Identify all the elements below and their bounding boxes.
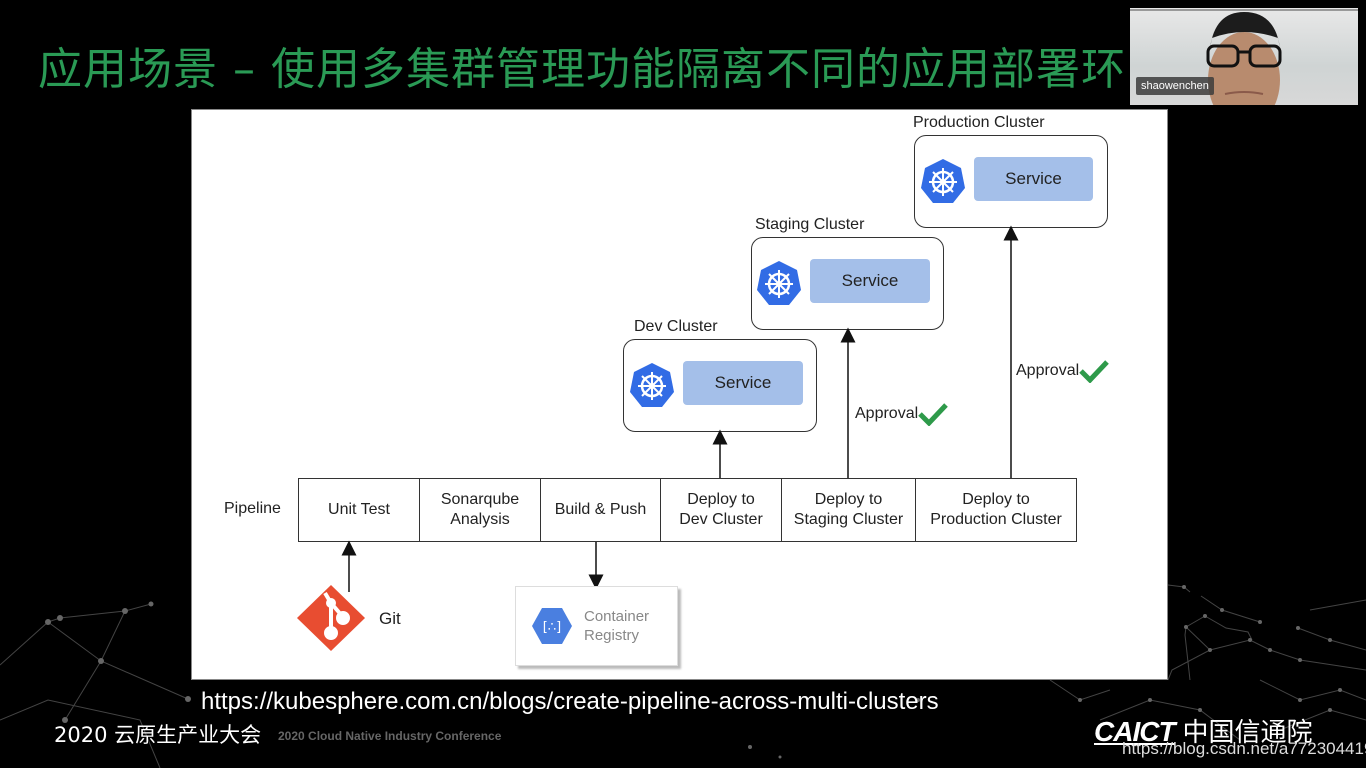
- stage-build-push: Build & Push: [541, 479, 661, 541]
- approval-production: Approval: [1016, 359, 1109, 383]
- stage-unit-test: Unit Test: [299, 479, 420, 541]
- checkmark-icon: [918, 403, 948, 426]
- stage-deploy-production: Deploy to Production Cluster: [930, 491, 1062, 528]
- stage-deploy-dev: Deploy to Dev Cluster: [661, 479, 782, 541]
- pipeline-label: Pipeline: [224, 500, 281, 517]
- reference-url[interactable]: https://kubesphere.com.cn/blogs/create-p…: [201, 688, 939, 716]
- approval-staging: Approval: [855, 402, 948, 426]
- registry-label-line1: Container: [584, 608, 650, 625]
- stage-sonarqube-analysis: Sonarqube Analysis: [420, 479, 541, 541]
- pipeline-stages: Unit Test Sonarqube Analysis Build & Push…: [298, 478, 1077, 542]
- svg-text:[∴]: [∴]: [543, 620, 561, 635]
- staging-service-box: Service: [810, 259, 930, 303]
- staging-cluster-label: Staging Cluster: [755, 216, 865, 233]
- slide-title: 应用场景 – 使用多集群管理功能隔离不同的应用部署环: [38, 44, 1126, 95]
- participant-name-tag: shaowenchen: [1136, 77, 1214, 95]
- kubernetes-icon: [757, 261, 801, 305]
- kubernetes-icon: [630, 363, 674, 407]
- csdn-watermark: https://blog.csdn.net/a772304419: [1122, 739, 1366, 758]
- git-label: Git: [379, 609, 401, 628]
- container-registry-icon: [∴]: [532, 608, 572, 644]
- conference-name-en: 2020 Cloud Native Industry Conference: [278, 729, 502, 743]
- dev-service-box: Service: [683, 361, 803, 405]
- stage-deploy-staging: Deploy to Staging Cluster: [782, 479, 916, 541]
- checkmark-icon: [1079, 360, 1109, 383]
- kubernetes-icon: [921, 159, 965, 203]
- registry-label-line2: Registry: [584, 627, 640, 644]
- container-registry-box: [∴] Container Registry: [515, 586, 678, 666]
- git-icon: [297, 585, 365, 651]
- production-cluster-label: Production Cluster: [913, 114, 1045, 131]
- conference-name-cn: 2020 云原生产业大会: [54, 723, 262, 747]
- production-service-box: Service: [974, 157, 1093, 201]
- dev-cluster-label: Dev Cluster: [634, 318, 718, 335]
